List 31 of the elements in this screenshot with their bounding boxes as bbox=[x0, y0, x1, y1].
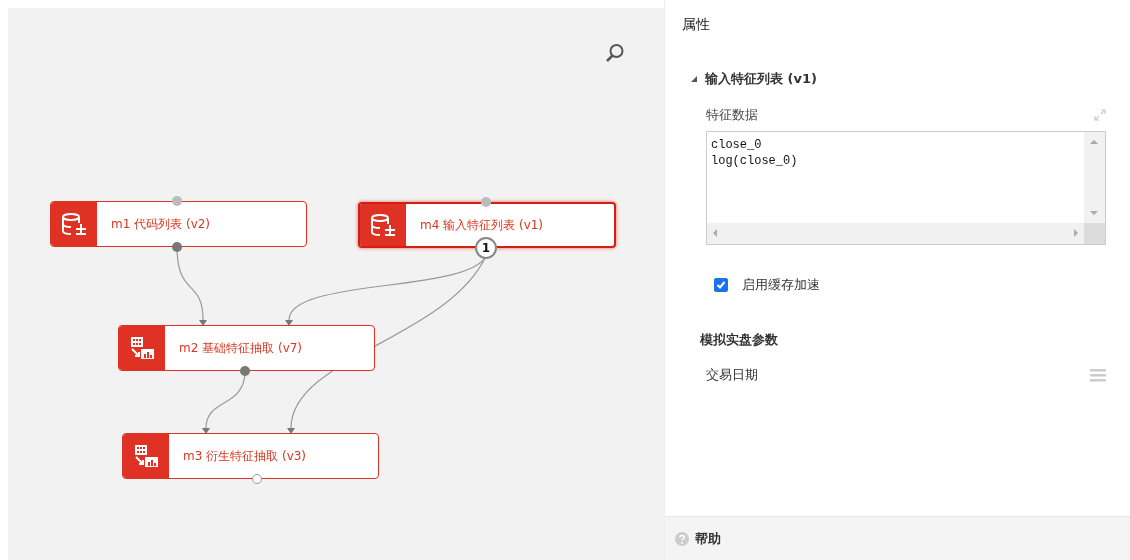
output-port[interactable] bbox=[252, 474, 262, 484]
database-plus-icon bbox=[370, 213, 396, 237]
grid-chart-icon bbox=[133, 444, 159, 468]
checkbox-label: 启用缓存加速 bbox=[742, 276, 820, 294]
module-node[interactable]: m2 基础特征抽取 (v7) bbox=[118, 325, 375, 371]
menu-icon[interactable] bbox=[1090, 368, 1106, 382]
param-label: 交易日期 bbox=[706, 366, 758, 384]
search-icon[interactable] bbox=[605, 43, 625, 63]
field-label: 特征数据 bbox=[706, 106, 758, 124]
help-bar[interactable]: 帮助 bbox=[665, 516, 1130, 560]
group-title: 模拟实盘参数 bbox=[700, 331, 779, 349]
grid-chart-icon bbox=[129, 336, 155, 360]
panel-title: 属性 bbox=[682, 16, 711, 34]
module-node[interactable]: m1 代码列表 (v2) bbox=[50, 201, 307, 247]
help-icon bbox=[675, 531, 689, 546]
checkbox[interactable] bbox=[714, 278, 728, 292]
input-port[interactable] bbox=[172, 196, 182, 206]
help-label: 帮助 bbox=[695, 529, 721, 548]
input-port[interactable] bbox=[481, 197, 491, 207]
output-port[interactable] bbox=[172, 242, 182, 252]
feature-text-area[interactable]: close_0 log(close_0) bbox=[706, 131, 1106, 245]
section-header[interactable]: 输入特征列表 (v1) bbox=[690, 70, 1106, 88]
output-port[interactable] bbox=[240, 366, 250, 376]
expanded-triangle-icon bbox=[690, 75, 698, 83]
expand-icon[interactable] bbox=[1094, 109, 1106, 121]
module-node[interactable]: m3 衍生特征抽取 (v3) bbox=[122, 433, 379, 479]
scrollbar-corner bbox=[1084, 223, 1105, 244]
horizontal-scrollbar[interactable] bbox=[707, 223, 1084, 244]
database-plus-icon bbox=[61, 212, 87, 236]
output-port-badge[interactable]: 1 bbox=[475, 237, 497, 259]
vertical-scrollbar[interactable] bbox=[1084, 132, 1105, 223]
